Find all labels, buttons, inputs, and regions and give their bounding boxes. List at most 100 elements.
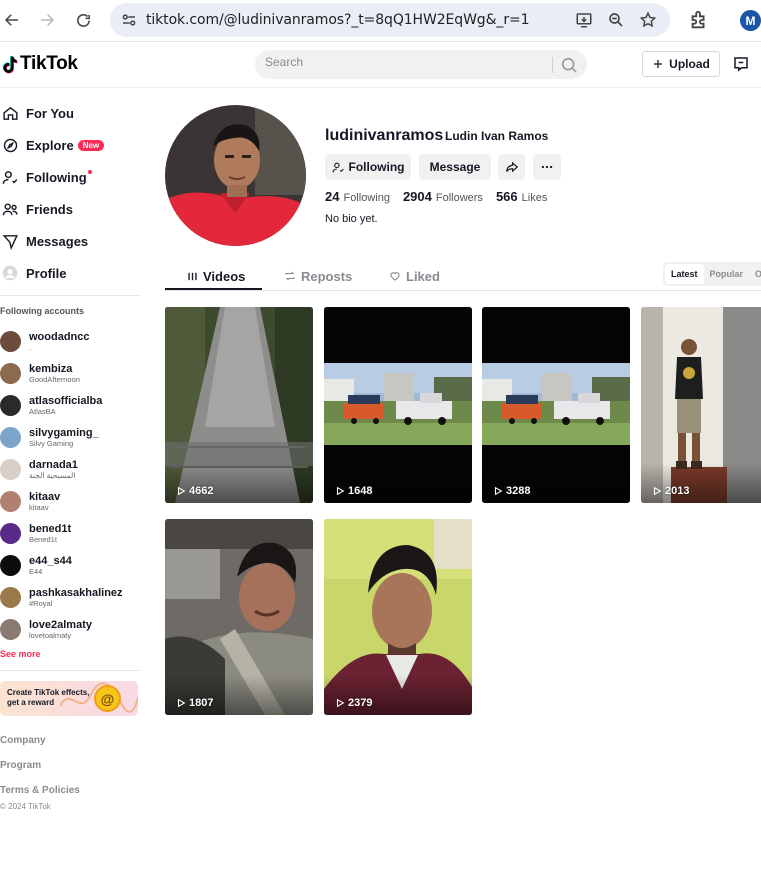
account-nickname: kitaav [29, 502, 49, 512]
site-settings-icon[interactable] [120, 11, 138, 29]
account-nickname: AtlasBA [29, 406, 56, 416]
play-icon [494, 486, 503, 496]
profile-icon [0, 263, 20, 283]
sort-oldest[interactable]: Oldest [749, 264, 761, 284]
nav-following[interactable]: Following [0, 164, 92, 190]
tab-liked[interactable]: Liked [389, 262, 440, 290]
sort-latest[interactable]: Latest [665, 264, 704, 284]
following-button[interactable]: Following [325, 154, 411, 180]
account-nickname: #Royal [29, 598, 53, 608]
view-count: 2379 [335, 697, 372, 709]
see-more-link[interactable]: See more [0, 649, 41, 659]
likes-count: 566 [495, 189, 518, 204]
tab-videos[interactable]: Videos [187, 262, 245, 290]
nav-explore[interactable]: Explore New [0, 132, 105, 158]
footer-company[interactable]: Company [0, 735, 46, 746]
following-account-item[interactable]: bened1t Bened1t [0, 519, 71, 547]
back-button[interactable] [0, 8, 24, 32]
account-text: pashkasakhalinez #Royal [29, 587, 123, 608]
footer-program[interactable]: Program [0, 760, 41, 771]
nav-messages[interactable]: Messages [0, 228, 88, 254]
following-account-item[interactable]: kembiza GoodAfternoon [0, 359, 80, 387]
profile-avatar[interactable] [165, 105, 306, 246]
following-account-item[interactable]: pashkasakhalinez #Royal [0, 583, 123, 611]
share-button[interactable] [498, 154, 525, 180]
thumbnail-shade [165, 675, 313, 715]
following-account-item[interactable]: darnada1 المسيحية الجنة [0, 455, 78, 483]
nav-label: Messages [26, 233, 89, 249]
account-text: atlasofficialba AtlasBA [29, 395, 102, 416]
video-card[interactable]: 2379 [324, 519, 472, 715]
inbox-icon[interactable] [732, 55, 750, 73]
messages-icon [0, 231, 20, 251]
share-icon [505, 161, 518, 173]
account-username: silvygaming_ [29, 426, 99, 439]
thumbnail-shade [324, 675, 472, 715]
account-text: kembiza GoodAfternoon [29, 363, 80, 384]
forward-button[interactable] [35, 8, 59, 32]
following-stat-label: Following [343, 192, 390, 204]
extensions-icon[interactable] [688, 9, 710, 31]
profile-nickname: Ludin Ivan Ramos [445, 129, 549, 143]
view-count-value: 1648 [348, 485, 373, 497]
video-card[interactable]: 2013 [641, 307, 761, 503]
effects-banner[interactable]: Create TikTok effects, get a reward @ [0, 681, 138, 716]
copyright: © 2024 TikTok [0, 802, 51, 811]
video-card[interactable]: 3288 [482, 307, 630, 503]
message-button[interactable]: Message [419, 154, 491, 180]
account-username: kembiza [29, 362, 73, 375]
tab-label: Liked [406, 268, 440, 284]
active-tab-indicator [165, 288, 262, 290]
following-account-item[interactable]: e44_s44 E44 [0, 551, 72, 579]
sort-popular[interactable]: Popular [704, 264, 750, 284]
nav-label: Explore [26, 137, 74, 153]
account-text: silvygaming_ Silvy Gaming [29, 427, 99, 448]
account-nickname: E44 [29, 566, 43, 576]
view-count: 4662 [176, 485, 213, 497]
nav-friends[interactable]: Friends [0, 196, 73, 222]
nav-profile[interactable]: Profile [0, 260, 66, 286]
search-icon[interactable] [559, 55, 579, 75]
following-account-item[interactable]: love2almaty lovetoalmaty [0, 615, 92, 643]
following-account-item[interactable]: woodadncc. [0, 327, 90, 355]
footer-terms[interactable]: Terms & Policies [0, 785, 80, 796]
search-bar[interactable] [255, 50, 587, 79]
followers-stat[interactable]: 2904 Followers [403, 189, 483, 204]
profile-stats: 24 Following 2904 Followers 566 Likes [325, 189, 560, 204]
video-card[interactable]: 4662 [165, 307, 313, 503]
bookmark-star-icon[interactable] [639, 11, 657, 29]
nav-label: Following [26, 169, 87, 185]
view-count-value: 4662 [189, 485, 214, 497]
thumbnail-shade [324, 463, 472, 503]
following-icon [0, 167, 20, 187]
account-username: kitaav [29, 490, 61, 503]
video-card[interactable]: 1648 [324, 307, 472, 503]
avatar [0, 330, 21, 352]
arrow-left-icon [4, 14, 18, 26]
zoom-icon[interactable] [607, 11, 625, 29]
site-header: TikTok Upload [0, 43, 761, 88]
nav-for-you[interactable]: For You [0, 100, 74, 126]
install-app-icon[interactable] [575, 11, 593, 29]
address-bar[interactable]: tiktok.com/@ludinivanramos?_t=8qQ1HW2EqW… [110, 3, 670, 37]
following-stat[interactable]: 24 Following [325, 189, 390, 204]
reload-button[interactable] [71, 8, 95, 32]
upload-button[interactable]: Upload [642, 51, 720, 77]
tab-reposts[interactable]: Reposts [284, 262, 352, 290]
account-nickname: Silvy Gaming [29, 438, 74, 448]
view-count-value: 2013 [665, 485, 690, 497]
more-options-button[interactable] [533, 154, 561, 180]
tiktok-logo[interactable]: TikTok [2, 53, 78, 75]
search-input[interactable] [265, 55, 545, 69]
new-badge: New [77, 139, 105, 151]
following-account-item[interactable]: atlasofficialba AtlasBA [0, 391, 102, 419]
browser-profile-avatar[interactable]: M [740, 10, 761, 31]
account-text: woodadncc. [29, 331, 90, 352]
followers-count: 2904 [402, 189, 432, 204]
user-check-icon [332, 162, 344, 172]
following-account-item[interactable]: kitaav kitaav [0, 487, 60, 515]
compass-icon [0, 135, 20, 155]
video-card[interactable]: 1807 [165, 519, 313, 715]
following-account-item[interactable]: silvygaming_ Silvy Gaming [0, 423, 99, 451]
plus-icon [654, 60, 663, 68]
